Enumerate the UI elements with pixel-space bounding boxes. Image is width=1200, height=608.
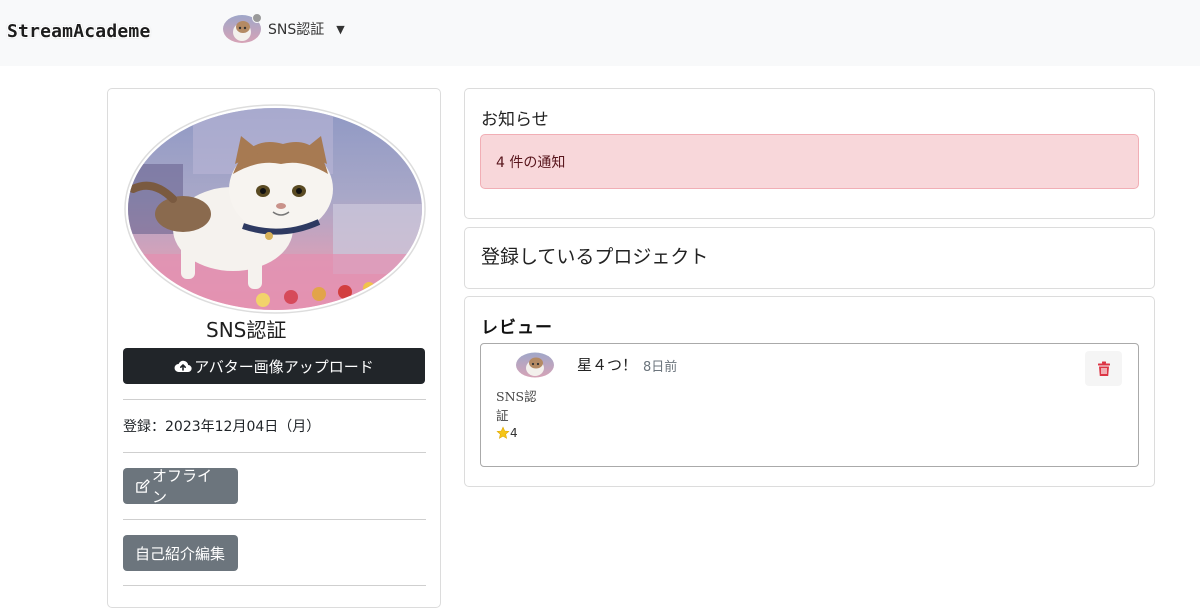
review-time: 8日前 [643, 360, 678, 375]
registration-date: 登録：2023年12月04日（月） [123, 419, 321, 435]
avatar-upload-label: アバター画像アップロード [194, 357, 374, 376]
projects-card: 登録しているプロジェクト [464, 227, 1155, 289]
divider [123, 452, 426, 453]
avatar-upload-button[interactable]: アバター画像アップロード [123, 348, 425, 384]
reviews-title: レビュー [481, 318, 553, 338]
projects-title: 登録しているプロジェクト [481, 246, 709, 268]
brand-logo[interactable]: StreamAcademe [7, 21, 150, 42]
reviews-card: レビュー 星４つ！ 8日前 SNS認証 4 [464, 296, 1155, 487]
notice-title: お知らせ [481, 110, 549, 130]
star-icon [496, 426, 510, 440]
review-rating: 4 [496, 426, 518, 440]
notice-card: お知らせ 4 件の通知 [464, 88, 1155, 219]
bio-edit-button[interactable]: 自己紹介編集 [123, 535, 238, 571]
edit-icon [135, 478, 150, 494]
divider [123, 585, 426, 586]
profile-avatar [123, 104, 427, 314]
profile-card: SNS認証 アバター画像アップロード 登録：2023年12月04日（月） オフラ… [107, 88, 441, 608]
cloud-upload-icon [174, 359, 194, 373]
rating-value: 4 [510, 426, 518, 440]
review-headline: 星４つ！ [577, 356, 638, 374]
bio-edit-label: 自己紹介編集 [135, 544, 226, 563]
status-dot [252, 13, 262, 23]
divider [123, 399, 426, 400]
avatar [223, 13, 262, 43]
user-menu-dropdown[interactable]: SNS認証 ▼ [223, 13, 345, 44]
profile-name: SNS認証 [206, 318, 287, 342]
navbar: StreamAcademe SNS認証 ▼ [0, 0, 1200, 66]
offline-label: オフライン [152, 467, 213, 506]
review-item: 星４つ！ 8日前 SNS認証 4 [480, 343, 1139, 467]
divider [123, 519, 426, 520]
trash-icon [1097, 361, 1111, 377]
avatar [515, 352, 555, 378]
offline-button[interactable]: オフライン [123, 467, 238, 506]
notification-alert[interactable]: 4 件の通知 [480, 134, 1139, 189]
review-user-name: SNS認証 [496, 389, 537, 423]
nav-user-name: SNS認証 [268, 22, 325, 38]
notification-count: 4 件の通知 [496, 154, 566, 171]
delete-review-button[interactable] [1085, 351, 1122, 386]
caret-down-icon: ▼ [336, 22, 345, 36]
